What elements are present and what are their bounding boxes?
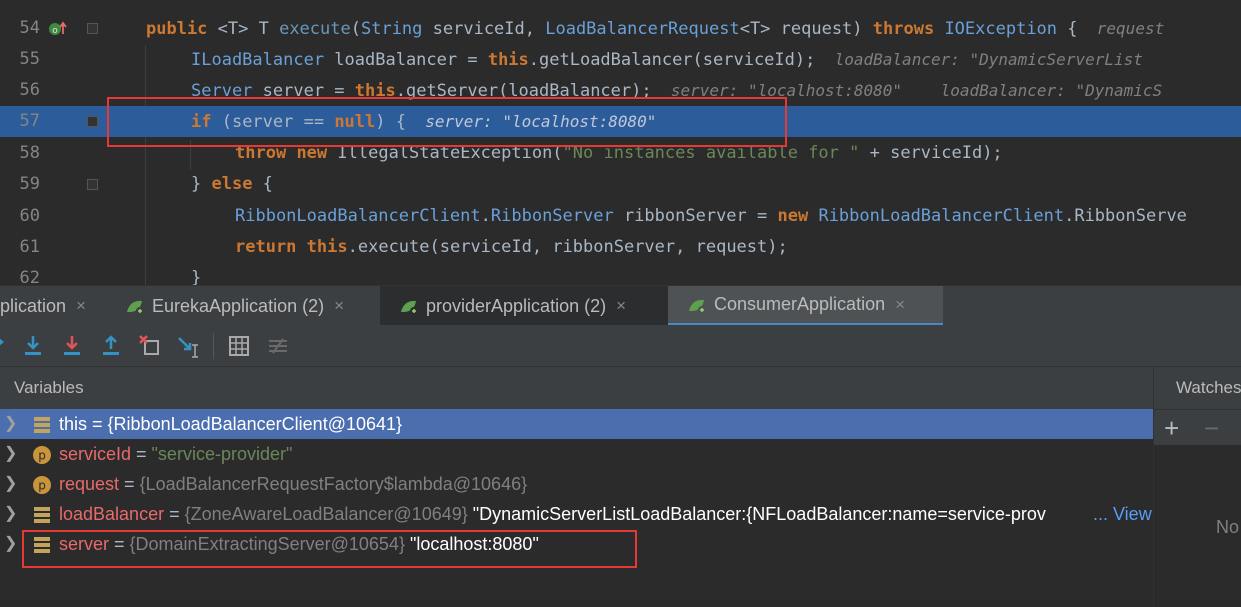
toolbar-separator bbox=[213, 333, 214, 359]
evaluate-expression-icon[interactable] bbox=[226, 333, 252, 359]
line-number: 58 bbox=[19, 143, 40, 163]
parameter-icon: p bbox=[32, 474, 52, 494]
close-icon[interactable]: × bbox=[895, 295, 905, 315]
code-text: } bbox=[191, 268, 202, 285]
tab-label: plication bbox=[0, 295, 67, 316]
line-number: 57 bbox=[19, 111, 40, 131]
fold-marker-icon[interactable] bbox=[87, 23, 98, 34]
spring-boot-icon bbox=[398, 298, 420, 315]
watches-header: Watches bbox=[1154, 367, 1241, 409]
code-text: RibbonLoadBalancerClient.RibbonServer ri… bbox=[235, 206, 1187, 226]
chevron-right-icon[interactable]: ❯ bbox=[4, 439, 17, 469]
run-to-cursor-icon[interactable] bbox=[176, 333, 202, 359]
step-into-icon[interactable] bbox=[20, 333, 46, 359]
annotation-highlight-box bbox=[22, 530, 637, 568]
line-number: 60 bbox=[19, 206, 40, 226]
watches-panel: Watches + − No bbox=[1153, 367, 1241, 607]
close-icon[interactable]: × bbox=[76, 296, 86, 316]
code-line-61[interactable]: 61 return this.execute(serviceId, ribbon… bbox=[0, 232, 1241, 263]
line-number: 61 bbox=[19, 237, 40, 257]
code-line-54[interactable]: 54 o public <T> T execute(String service… bbox=[0, 13, 1241, 44]
code-line-55[interactable]: 55 ILoadBalancer loadBalancer = this.get… bbox=[0, 44, 1241, 75]
variable-row-serviceId[interactable]: ❯ p serviceId = "service-provider" bbox=[0, 439, 1153, 469]
spring-boot-icon bbox=[124, 298, 146, 315]
code-line-60[interactable]: 60 RibbonLoadBalancerClient.RibbonServer… bbox=[0, 201, 1241, 232]
debug-session-tabs: plication × EurekaApplication (2) × prov… bbox=[0, 285, 1241, 326]
tab-label: ConsumerApplication bbox=[714, 294, 886, 314]
close-icon[interactable]: × bbox=[616, 296, 626, 316]
variables-panel: Variables ❯ this = {RibbonLoadBalancerCl… bbox=[0, 367, 1153, 607]
remove-watch-button[interactable]: − bbox=[1204, 414, 1219, 442]
variable-row-request[interactable]: ❯ p request = {LoadBalancerRequestFactor… bbox=[0, 469, 1153, 499]
line-number: 59 bbox=[19, 174, 40, 194]
step-over-icon[interactable] bbox=[0, 333, 18, 359]
code-text: return this.execute(serviceId, ribbonSer… bbox=[235, 237, 788, 257]
annotation-highlight-box bbox=[107, 97, 787, 147]
watches-toolbar: + − bbox=[1154, 409, 1241, 445]
svg-text:p: p bbox=[38, 479, 46, 493]
chevron-right-icon[interactable]: ❯ bbox=[4, 529, 17, 559]
tab-label: providerApplication (2) bbox=[426, 295, 607, 316]
tab-consumer-application[interactable]: ConsumerApplication × bbox=[668, 286, 943, 326]
step-out-icon[interactable] bbox=[98, 333, 124, 359]
tab-eureka-application[interactable]: EurekaApplication (2) × bbox=[110, 286, 380, 326]
chevron-right-icon[interactable]: ❯ bbox=[4, 409, 17, 439]
code-line-62[interactable]: 62 } bbox=[0, 263, 1241, 285]
svg-text:o: o bbox=[52, 26, 58, 36]
code-editor[interactable]: 54 o public <T> T execute(String service… bbox=[0, 0, 1241, 285]
close-icon[interactable]: × bbox=[334, 296, 344, 316]
tab-provider-application[interactable]: providerApplication (2) × bbox=[380, 286, 668, 326]
variable-row-loadBalancer[interactable]: ❯ loadBalancer = {ZoneAwareLoadBalancer@… bbox=[0, 499, 1153, 529]
field-icon bbox=[32, 504, 52, 524]
variable-row-this[interactable]: ❯ this = {RibbonLoadBalancerClient@10641… bbox=[0, 409, 1153, 439]
svg-text:p: p bbox=[38, 449, 46, 463]
code-text: ILoadBalancer loadBalancer = this.getLoa… bbox=[191, 50, 1143, 70]
field-icon bbox=[32, 414, 52, 434]
variables-header: Variables bbox=[0, 367, 1153, 409]
chevron-right-icon[interactable]: ❯ bbox=[4, 469, 17, 499]
chevron-right-icon[interactable]: ❯ bbox=[4, 499, 17, 529]
line-number: 54 bbox=[19, 18, 40, 38]
tab-label: EurekaApplication (2) bbox=[152, 295, 325, 316]
spring-boot-icon bbox=[686, 297, 708, 314]
fold-marker-icon[interactable] bbox=[87, 179, 98, 190]
code-text: } else { bbox=[191, 174, 273, 194]
watches-empty-text: No bbox=[1216, 517, 1240, 537]
override-icon[interactable]: o bbox=[48, 20, 68, 42]
fold-marker-icon[interactable] bbox=[87, 116, 98, 127]
line-number: 56 bbox=[19, 80, 40, 100]
code-text: public <T> T execute(String serviceId, L… bbox=[146, 19, 1165, 39]
code-line-59[interactable]: 59 } else { bbox=[0, 169, 1241, 200]
view-link[interactable]: ... View bbox=[1091, 499, 1152, 529]
trace-current-stream-icon[interactable] bbox=[265, 333, 291, 359]
line-number: 55 bbox=[19, 49, 40, 69]
parameter-icon: p bbox=[32, 444, 52, 464]
debugger-toolbar bbox=[0, 325, 1241, 367]
force-step-into-icon[interactable] bbox=[59, 333, 85, 359]
drop-frame-icon[interactable] bbox=[137, 333, 163, 359]
line-number: 62 bbox=[19, 268, 40, 285]
tab-application[interactable]: plication × bbox=[0, 286, 110, 326]
add-watch-button[interactable]: + bbox=[1164, 414, 1179, 442]
